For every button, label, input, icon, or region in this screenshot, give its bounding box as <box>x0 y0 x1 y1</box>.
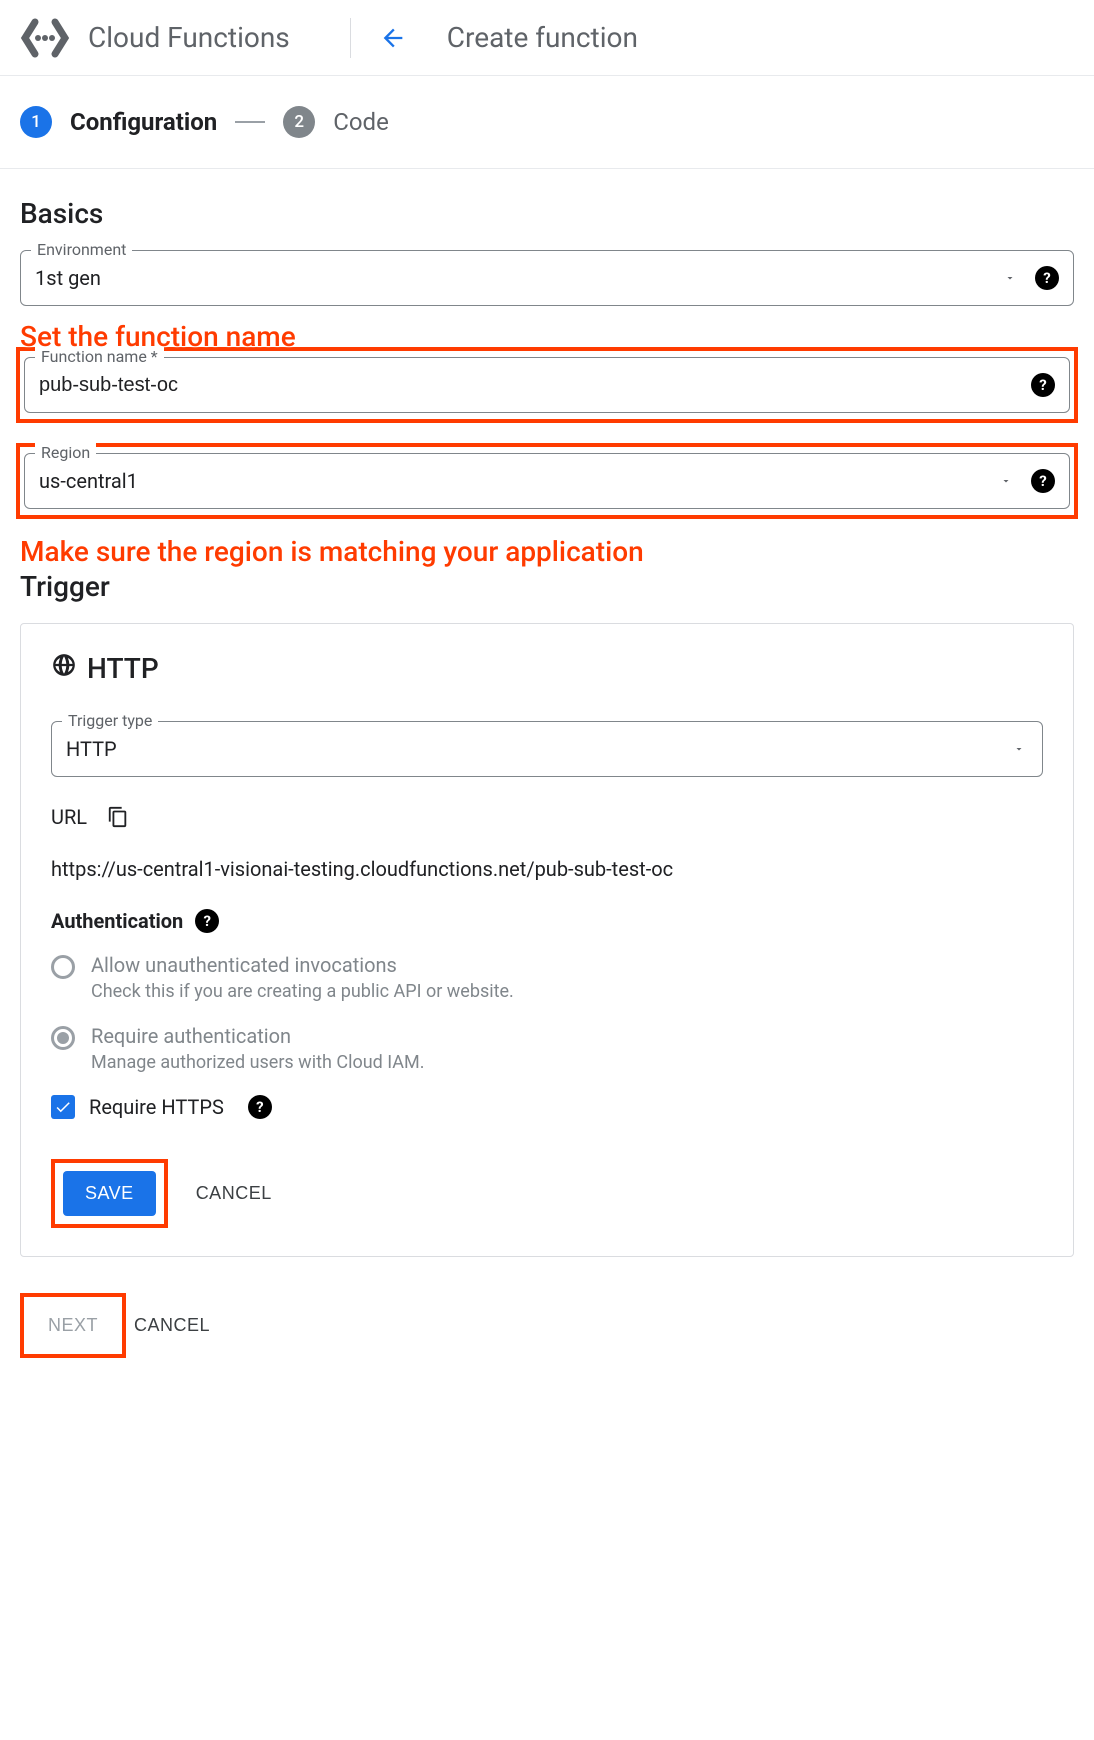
region-value: us-central1 <box>39 469 997 493</box>
cancel-button[interactable]: CANCEL <box>196 1183 272 1204</box>
chevron-down-icon <box>997 472 1015 491</box>
header-bar: Cloud Functions Create function <box>0 0 1094 76</box>
next-highlight: NEXT <box>20 1293 126 1358</box>
auth-option1-desc: Check this if you are creating a public … <box>91 981 514 1002</box>
checkbox-checked-icon <box>51 1095 75 1119</box>
stepper: 1 Configuration 2 Code <box>0 76 1094 169</box>
auth-option-require[interactable]: Require authentication Manage authorized… <box>51 1024 1043 1073</box>
region-label: Region <box>35 443 96 462</box>
help-icon[interactable]: ? <box>1031 373 1055 397</box>
save-highlight: SAVE <box>51 1159 168 1228</box>
step-separator <box>235 121 265 123</box>
header-divider <box>350 18 351 58</box>
radio-unchecked-icon <box>51 955 75 979</box>
help-icon[interactable]: ? <box>1035 266 1059 290</box>
basics-heading: Basics <box>20 197 1074 230</box>
trigger-type-label: Trigger type <box>62 711 158 730</box>
require-https-checkbox[interactable]: Require HTTPS ? <box>51 1095 1043 1119</box>
cancel-button-footer[interactable]: CANCEL <box>134 1315 210 1336</box>
auth-option1-label: Allow unauthenticated invocations <box>91 953 514 977</box>
environment-value: 1st gen <box>35 266 1001 290</box>
function-name-input[interactable] <box>39 374 1031 397</box>
help-icon[interactable]: ? <box>248 1095 272 1119</box>
step-1-label[interactable]: Configuration <box>70 108 217 136</box>
next-button[interactable]: NEXT <box>32 1305 114 1346</box>
url-text: https://us-central1-visionai-testing.clo… <box>51 857 1043 881</box>
save-button[interactable]: SAVE <box>63 1171 156 1216</box>
cloud-functions-logo-icon <box>20 16 70 60</box>
product-title: Cloud Functions <box>88 21 290 54</box>
auth-option-allow[interactable]: Allow unauthenticated invocations Check … <box>51 953 1043 1002</box>
back-arrow-icon[interactable] <box>379 24 407 52</box>
environment-select[interactable]: Environment 1st gen ? <box>20 250 1074 306</box>
region-select[interactable]: Region us-central1 ? <box>24 453 1070 509</box>
trigger-type-heading: HTTP <box>51 652 1043 685</box>
annotation-function-name: Set the function name <box>20 320 1074 353</box>
step-2-circle[interactable]: 2 <box>283 106 315 138</box>
step-2-label[interactable]: Code <box>333 108 389 136</box>
help-icon[interactable]: ? <box>1031 469 1055 493</box>
globe-icon <box>51 652 77 685</box>
region-highlight: Region us-central1 ? <box>16 443 1078 519</box>
step-1-circle[interactable]: 1 <box>20 106 52 138</box>
function-name-highlight: Function name * ? <box>16 347 1078 423</box>
trigger-type-value: HTTP <box>66 737 1010 761</box>
trigger-heading: Trigger <box>20 570 1074 603</box>
trigger-card: HTTP Trigger type HTTP URL https://us-ce… <box>20 623 1074 1257</box>
annotation-region: Make sure the region is matching your ap… <box>20 535 1074 568</box>
environment-label: Environment <box>31 240 132 259</box>
radio-checked-icon <box>51 1026 75 1050</box>
chevron-down-icon <box>1001 269 1019 288</box>
chevron-down-icon <box>1010 740 1028 759</box>
authentication-heading: Authentication <box>51 909 183 933</box>
url-label: URL <box>51 805 87 829</box>
auth-option2-desc: Manage authorized users with Cloud IAM. <box>91 1052 425 1073</box>
help-icon[interactable]: ? <box>195 909 219 933</box>
page-title: Create function <box>447 21 638 54</box>
trigger-title-text: HTTP <box>87 652 159 685</box>
auth-option2-label: Require authentication <box>91 1024 425 1048</box>
require-https-label: Require HTTPS <box>89 1095 224 1119</box>
copy-icon[interactable] <box>107 806 129 828</box>
trigger-type-select[interactable]: Trigger type HTTP <box>51 721 1043 777</box>
